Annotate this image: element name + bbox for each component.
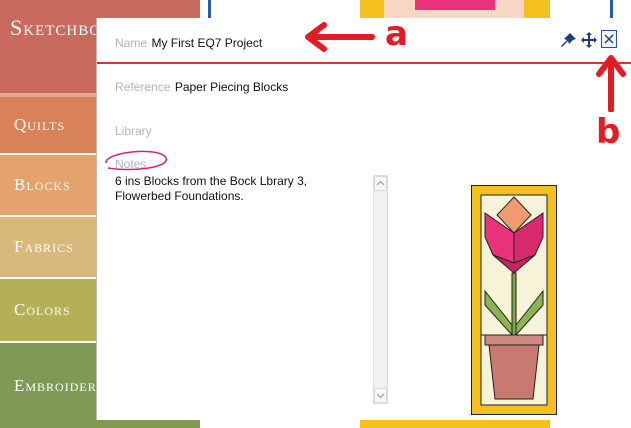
name-value: My First EQ7 Project <box>151 36 263 50</box>
scroll-up-button[interactable] <box>374 176 387 191</box>
project-info-popup: Name My First EQ7 Project Reference Pape… <box>96 18 631 420</box>
sidebar-item-label: Embroidery <box>14 375 106 395</box>
notes-label: Notes <box>115 157 147 171</box>
pin-icon[interactable] <box>559 30 579 50</box>
scroll-down-button[interactable] <box>374 388 387 403</box>
close-icon <box>604 34 614 44</box>
project-reference: Reference Paper Piecing Blocks <box>115 78 288 96</box>
notes-scrollbar[interactable] <box>373 175 388 404</box>
library-label: Library <box>115 124 152 138</box>
sidebar-item-label: Quilts <box>14 115 66 134</box>
annotation-arrow-b <box>596 55 626 112</box>
annotation-label-a: a <box>385 14 408 54</box>
sidebar-item-label: Blocks <box>14 175 71 194</box>
name-label: Name <box>115 36 148 50</box>
project-notes-heading: Notes <box>115 155 146 173</box>
annotation-label-b: b <box>596 112 621 152</box>
popup-toolbar <box>559 30 629 52</box>
move-icon[interactable] <box>579 30 599 50</box>
reference-label: Reference <box>115 80 171 94</box>
chevron-down-icon <box>376 393 385 399</box>
annotation-arrow-a <box>305 22 375 52</box>
close-button[interactable] <box>601 30 617 48</box>
background-frame-edge <box>610 0 613 20</box>
sidebar-item-label: Colors <box>14 300 71 319</box>
reference-value: Paper Piecing Blocks <box>174 80 289 94</box>
notes-text: 6 ins Blocks from the Bock Lbrary 3, Flo… <box>115 174 308 203</box>
background-frame-edge <box>208 0 211 20</box>
project-name: Name My First EQ7 Project <box>115 34 262 52</box>
sidebar-item-label: Fabrics <box>14 237 74 256</box>
project-library: Library <box>115 122 152 140</box>
chevron-up-icon <box>376 180 385 186</box>
background-quilt-patch <box>415 0 495 10</box>
quilt-block-preview <box>471 185 557 415</box>
